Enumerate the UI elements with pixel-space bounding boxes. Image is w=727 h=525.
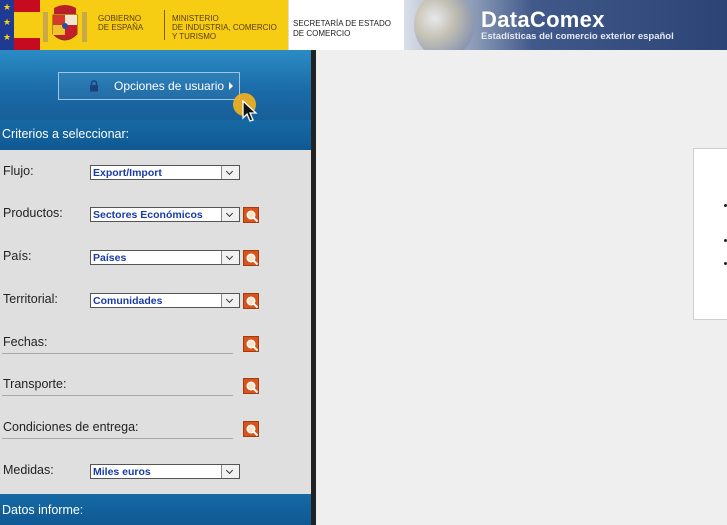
lock-icon	[90, 80, 98, 92]
globe-image	[414, 0, 474, 50]
ministry-line2: DE INDUSTRIA, COMERCIO	[172, 23, 277, 32]
productos-select[interactable]: Sectores Económicos	[90, 207, 240, 222]
secretaria-line1: SECRETARÍA DE ESTADO	[293, 19, 391, 28]
secretaria-line2: DE COMERCIO	[293, 29, 351, 38]
sidebar-top-panel: Opciones de usuario	[0, 50, 311, 120]
criteria-row-medidas: Medidas: Miles euros	[0, 459, 311, 483]
site-header: ★ ★ ★ GOBIERNO DE ESPAÑA MINISTERIO DE I…	[0, 0, 727, 50]
ministry-line1: MINISTERIO	[172, 14, 219, 23]
search-icon	[246, 296, 259, 309]
criteria-row-territorial: Territorial: Comunidades	[0, 288, 311, 312]
select-value: Sectores Económicos	[93, 209, 203, 221]
gov-name: GOBIERNO DE ESPAÑA	[98, 14, 158, 32]
pais-select[interactable]: Países	[90, 250, 240, 265]
criteria-row-flujo: Flujo: Export/Import	[0, 160, 311, 184]
criteria-label: Medidas:	[3, 463, 54, 477]
info-panel	[693, 148, 727, 320]
app-subtitle: Estadísticas del comercio exterior españ…	[481, 31, 674, 42]
criteria-section-heading: Criterios a seleccionar:	[0, 120, 311, 150]
criteria-label: Condiciones de entrega:	[3, 420, 139, 434]
territorial-search-button[interactable]	[243, 293, 259, 309]
main-content	[316, 50, 727, 525]
pointer-icon	[242, 100, 258, 122]
header-divider	[164, 10, 165, 40]
criteria-underline	[2, 395, 233, 396]
criteria-label: Flujo:	[3, 164, 34, 178]
user-options-label: Opciones de usuario	[114, 79, 225, 93]
secretaria-name: SECRETARÍA DE ESTADO DE COMERCIO	[293, 19, 391, 39]
select-value: Comunidades	[93, 295, 163, 307]
coat-of-arms-logo	[43, 5, 87, 42]
chevron-down-icon[interactable]	[221, 208, 239, 221]
select-value: Export/Import	[93, 167, 162, 179]
search-icon	[246, 381, 259, 394]
criteria-underline	[2, 438, 233, 439]
spain-flag-logo	[14, 0, 40, 50]
caret-right-icon	[229, 82, 233, 90]
government-banner: GOBIERNO DE ESPAÑA MINISTERIO DE INDUSTR…	[14, 0, 288, 50]
criteria-label: Transporte:	[3, 377, 67, 391]
ministry-line3: Y TURISMO	[172, 32, 217, 41]
sidebar: Opciones de usuario Criterios a seleccio…	[0, 50, 311, 525]
criteria-row-condiciones: Condiciones de entrega:	[0, 416, 311, 440]
criteria-label: Productos:	[3, 206, 63, 220]
secretaria-block: SECRETARÍA DE ESTADO DE COMERCIO	[288, 0, 404, 50]
chevron-down-icon[interactable]	[221, 294, 239, 307]
criteria-row-pais: País: Países	[0, 245, 311, 269]
criteria-label: Fechas:	[3, 335, 48, 349]
criteria-row-productos: Productos: Sectores Económicos	[0, 202, 311, 226]
select-value: Países	[93, 252, 127, 264]
territorial-select[interactable]: Comunidades	[90, 293, 240, 308]
ministry-name: MINISTERIO DE INDUSTRIA, COMERCIO Y TURI…	[172, 14, 288, 41]
criteria-label: País:	[3, 249, 32, 263]
select-value: Miles euros	[93, 466, 151, 478]
search-icon	[246, 339, 259, 352]
fechas-search-button[interactable]	[243, 336, 259, 352]
criteria-row-fechas: Fechas:	[0, 331, 311, 355]
eu-flag-logo: ★ ★ ★	[0, 0, 14, 50]
search-icon	[246, 210, 259, 223]
medidas-select[interactable]: Miles euros	[90, 464, 240, 479]
criteria-row-transporte: Transporte:	[0, 373, 311, 397]
chevron-down-icon[interactable]	[221, 166, 239, 179]
criteria-label: Territorial:	[3, 292, 58, 306]
pais-search-button[interactable]	[243, 250, 259, 266]
app-banner: DataComex Estadísticas del comercio exte…	[404, 0, 727, 50]
condiciones-search-button[interactable]	[243, 421, 259, 437]
report-section-heading: Datos informe:	[0, 494, 311, 525]
criteria-underline	[2, 353, 233, 354]
chevron-down-icon[interactable]	[221, 251, 239, 264]
productos-search-button[interactable]	[243, 207, 259, 223]
flujo-select[interactable]: Export/Import	[90, 165, 240, 180]
transporte-search-button[interactable]	[243, 378, 259, 394]
gov-name-line2: DE ESPAÑA	[98, 23, 144, 32]
search-icon	[246, 253, 259, 266]
chevron-down-icon[interactable]	[221, 465, 239, 478]
user-options-button[interactable]: Opciones de usuario	[58, 72, 240, 100]
search-icon	[246, 424, 259, 437]
gov-name-line1: GOBIERNO	[98, 14, 142, 23]
app-title: DataComex	[481, 7, 605, 32]
